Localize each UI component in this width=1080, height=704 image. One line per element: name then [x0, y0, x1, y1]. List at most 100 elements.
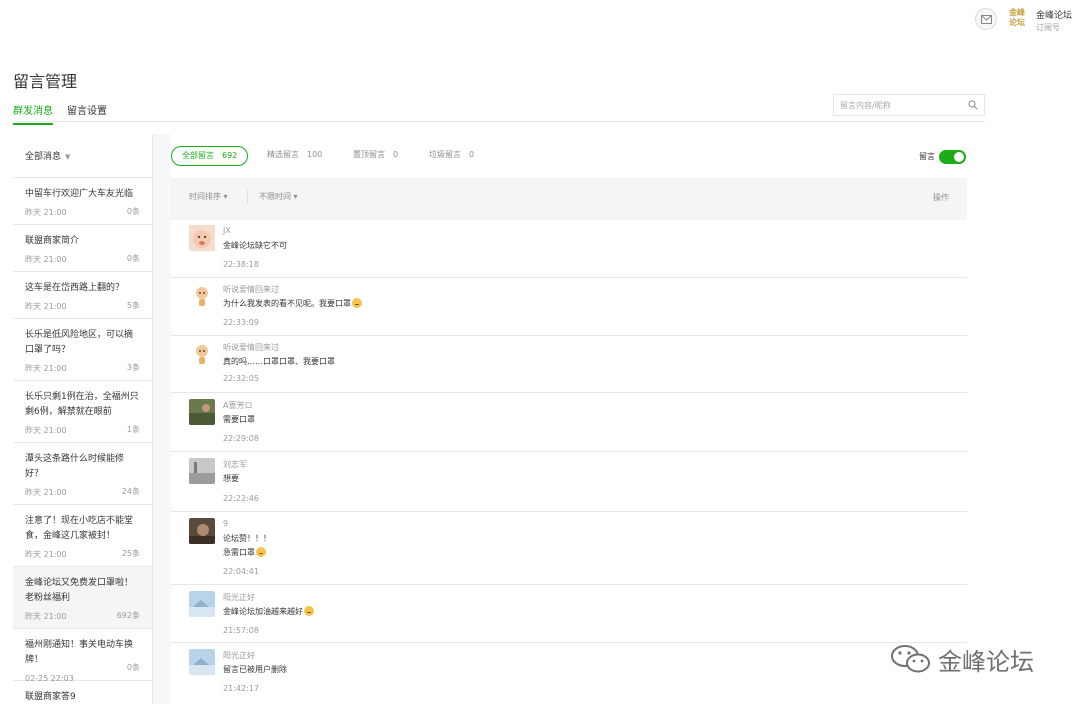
article-comment-count: 3条	[126, 363, 140, 372]
article-item[interactable]: 联盟商家简介 昨天 21:00 0条	[13, 225, 152, 272]
article-item[interactable]: 潭头这条路什么时候能修好？ 昨天 21:00 24条	[13, 443, 152, 505]
commenter-nickname: 阳光正好	[223, 593, 255, 602]
comment-time: 22:38:18	[223, 260, 259, 269]
comment-text: 金峰论坛加油越来越好	[223, 605, 314, 619]
article-comment-count: 24条	[121, 487, 140, 496]
filter-label: 垃圾留言	[429, 150, 461, 159]
chevron-down-icon: ▼	[65, 153, 71, 161]
cartoon-avatar[interactable]	[189, 341, 215, 367]
filter-pinned-comments[interactable]: 置顶留言 0	[353, 146, 398, 166]
grey-photo-avatar[interactable]	[189, 458, 215, 484]
account-type: 订阅号	[1036, 23, 1060, 32]
article-filter-label: 全部消息	[25, 152, 62, 162]
article-item[interactable]: 这车是在岱西路上翻的？ 昨天 21:00 5条	[13, 272, 152, 319]
chevron-down-icon: ▾	[223, 192, 228, 201]
article-item[interactable]: 长乐是低风险地区，可以摘口罩了吗？ 昨天 21:00 3条	[13, 319, 152, 381]
article-time: 昨天 21:00	[25, 302, 67, 311]
article-item[interactable]: 长乐只剩1例在治，全福州只剩6例，解禁就在眼前 昨天 21:00 1条	[13, 381, 152, 443]
article-title: 这车是在岱西路上翻的？	[25, 283, 125, 293]
commenter-nickname: 阳光正好	[223, 651, 255, 660]
filter-label: 置顶留言	[353, 150, 385, 159]
article-filter-dropdown[interactable]: 全部消息 ▼	[13, 134, 152, 178]
comment-row: 听说爱情回来过 真的吗……口罩口罩、我要口罩 22:32:05	[171, 336, 967, 393]
article-title: 金峰论坛又免费发口罩啦！老粉丝福利	[25, 578, 134, 603]
filter-label: 精选留言	[267, 150, 299, 159]
article-time: 昨天 21:00	[25, 208, 67, 217]
comment-text: 需要口罩	[223, 415, 255, 424]
filter-featured-comments[interactable]: 精选留言 100	[267, 146, 322, 166]
grin-emoji-icon	[256, 547, 266, 557]
article-sidebar: 全部消息 ▼ 中留车行欢迎广大车友光临 昨天 21:00 0条 联盟商家简介 昨天…	[13, 134, 153, 704]
mail-icon[interactable]	[975, 8, 997, 30]
comment-row: 刘志军 想要 22:22:46	[171, 452, 967, 512]
article-title: 联盟商家答9	[25, 692, 76, 702]
search-box	[833, 94, 985, 116]
sky-avatar[interactable]	[189, 591, 215, 617]
comment-time: 22:33:09	[223, 318, 259, 327]
article-item[interactable]: 联盟商家答9	[13, 681, 152, 704]
cartoon-avatar[interactable]	[189, 283, 215, 309]
article-comment-count: 0条	[126, 207, 140, 216]
sort-label: 时间排序	[189, 192, 221, 201]
comment-text-content: 为什么我发表的看不见呢。我要口罩	[223, 299, 351, 308]
comment-time: 22:04:41	[223, 567, 259, 576]
comment-time: 21:42:17	[223, 684, 259, 693]
filter-count: 0	[469, 150, 475, 159]
photo-avatar[interactable]	[189, 518, 215, 544]
article-comment-count: 0条	[126, 663, 140, 672]
time-range-label: 不限时间	[259, 192, 291, 201]
commenter-nickname: 听说爱情回来过	[223, 285, 279, 294]
page-title: 留言管理	[13, 72, 78, 91]
tab-comment-settings[interactable]: 留言设置	[67, 102, 107, 123]
sort-dropdown[interactable]: 时间排序 ▾	[189, 191, 228, 202]
time-range-dropdown[interactable]: 不限时间 ▾	[259, 191, 298, 202]
article-item[interactable]: 福州刚通知！事关电动车换牌！ 02-25 22:03 0条	[13, 629, 152, 683]
filter-count: 0	[393, 150, 399, 159]
article-item[interactable]: 注意了！现在小吃店不能堂食，金峰这几家被封！ 昨天 21:00 25条	[13, 505, 152, 567]
account-logo[interactable]: 金峰论坛	[1006, 8, 1028, 30]
watermark-text: 金峰论坛	[938, 648, 1034, 676]
chevron-down-icon: ▾	[293, 192, 298, 201]
comment-time: 22:29:08	[223, 434, 259, 443]
article-title: 中留车行欢迎广大车友光临	[25, 189, 134, 199]
main-area: 留言管理 群发消息 留言设置 全部消息▼ 中留车行欢迎广大车友光临 昨天 21:…	[0, 44, 1080, 704]
article-item[interactable]: 中留车行欢迎广大车友光临 昨天 21:00 0条	[13, 178, 152, 225]
article-title: 长乐是低风险地区，可以摘口罩了吗？	[25, 330, 134, 355]
search-input[interactable]	[834, 95, 956, 115]
filter-count: 100	[307, 150, 323, 159]
comment-row: JX 金峰论坛缺它不可 22:38:18	[171, 220, 967, 278]
article-time: 昨天 21:00	[25, 364, 67, 373]
filter-count: 692	[222, 151, 238, 160]
comment-text: 真的吗……口罩口罩、我要口罩	[223, 357, 335, 366]
commenter-nickname: JX	[223, 226, 231, 235]
comment-time: 22:22:46	[223, 494, 259, 503]
comment-time: 21:57:08	[223, 626, 259, 635]
sky-avatar[interactable]	[189, 649, 215, 675]
filter-all-comments[interactable]: 全部留言 692	[171, 146, 249, 166]
action-column-header: 操作	[933, 193, 949, 202]
comment-text: 留言已被用户删除	[223, 665, 287, 674]
comment-row: 9 论坛赞！！！ 急需口罩 22:04:41	[171, 512, 967, 585]
comment-text: 想要	[223, 474, 239, 483]
article-comment-count: 5条	[126, 301, 140, 310]
comment-row: A蔷芳ロ 需要口罩 22:29:08	[171, 393, 967, 452]
comment-toggle-label: 留言	[919, 152, 935, 161]
article-comment-count: 1条	[126, 425, 140, 434]
baby-face-avatar[interactable]	[189, 225, 215, 251]
comment-text: 急需口罩	[223, 546, 266, 560]
photo-avatar[interactable]	[189, 399, 215, 425]
commenter-nickname: 刘志军	[223, 460, 247, 469]
article-time: 昨天 21:00	[25, 255, 67, 264]
article-item-selected[interactable]: 金峰论坛又免费发口罩啦！老粉丝福利 昨天 21:00 692条	[13, 567, 152, 629]
wechat-icon	[891, 645, 930, 673]
article-comment-count: 0条	[126, 254, 140, 263]
account-name[interactable]: 金峰论坛	[1036, 8, 1072, 21]
comment-toggle[interactable]	[939, 150, 966, 164]
header-divider	[247, 190, 248, 204]
grin-emoji-icon	[304, 606, 314, 616]
filter-spam-comments[interactable]: 垃圾留言 0	[429, 146, 474, 166]
comment-row: 阳光正好 留言已被用户删除 21:42:17	[171, 643, 967, 704]
table-header: 时间排序 ▾ 不限时间 ▾ 操作	[171, 178, 967, 220]
comment-text: 金峰论坛缺它不可	[223, 241, 287, 250]
search-icon[interactable]	[968, 100, 978, 110]
